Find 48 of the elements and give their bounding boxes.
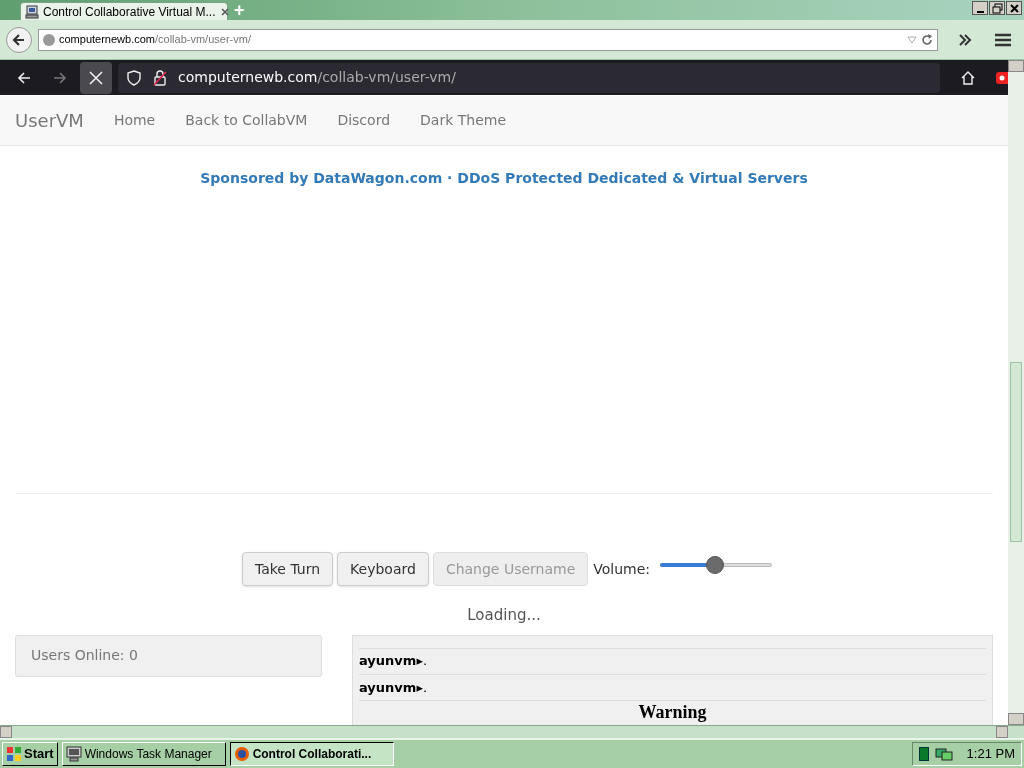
network-icon[interactable]: [934, 746, 953, 762]
url-text: computernewb.com/collab-vm/user-vm/: [59, 32, 252, 48]
browser-tab[interactable]: Control Collaborative Virtual M...: [20, 2, 228, 20]
computer-icon: [25, 4, 39, 19]
brand-link[interactable]: UserVM: [15, 107, 84, 134]
nav-link[interactable]: Back to CollabVM: [185, 110, 308, 131]
menu-icon[interactable]: [994, 32, 1012, 47]
chat-message: ayunvm▸.: [359, 647, 986, 674]
back-button[interactable]: [6, 26, 32, 53]
slider-thumb[interactable]: [705, 556, 724, 574]
close-icon[interactable]: [219, 6, 230, 17]
address-bar[interactable]: computernewb.com/collab-vm/user-vm/: [118, 62, 940, 93]
restore-icon[interactable]: [989, 1, 1005, 15]
control-button[interactable]: Take Turn: [241, 552, 334, 586]
nav-link[interactable]: Discord: [337, 110, 391, 131]
vertical-scrollbar[interactable]: [1008, 60, 1024, 725]
control-button[interactable]: Keyboard: [337, 552, 429, 586]
back-arrow-icon: [11, 31, 27, 48]
extension-icon[interactable]: [996, 69, 1008, 86]
close-icon[interactable]: [1006, 1, 1022, 15]
back-arrow-icon[interactable]: [16, 69, 32, 86]
home-icon[interactable]: [960, 69, 976, 86]
users-online-panel: Users Online: 0: [15, 634, 322, 677]
address-bar[interactable]: computernewb.com/collab-vm/user-vm/: [38, 28, 938, 51]
shield-icon: [126, 69, 142, 86]
tab-title: Control Collaborative Virtual M...: [43, 3, 216, 21]
lock-icon: [152, 69, 168, 86]
reload-icon[interactable]: [921, 33, 933, 46]
chevrons-icon[interactable]: [958, 33, 972, 46]
chat-message: ayunvm▸.: [359, 673, 986, 700]
stop-button[interactable]: [80, 61, 112, 94]
volume-label: Volume:: [593, 559, 651, 579]
horizontal-scrollbar[interactable]: [0, 725, 1024, 738]
monitor-icon: [65, 746, 82, 762]
forward-arrow-icon[interactable]: [52, 69, 68, 86]
taskbar-button[interactable]: Windows Task Manager: [61, 742, 226, 766]
loading-text: Loading...: [466, 605, 542, 626]
url-text: computernewb.com/collab-vm/user-vm/: [178, 68, 456, 87]
nav-link[interactable]: Home: [113, 110, 156, 131]
nav-link[interactable]: Dark Theme: [420, 110, 506, 131]
start-button[interactable]: Start: [2, 742, 58, 766]
minimize-icon[interactable]: [972, 1, 988, 15]
sponsor-link[interactable]: Sponsored by DataWagon.com · DDoS Protected Dedicated & Virtual Servers: [0, 168, 1008, 189]
volume-slider[interactable]: [660, 556, 773, 574]
clock: 1:21 PM: [966, 745, 1015, 764]
windows-logo-icon: [6, 746, 22, 762]
warning-heading: Warning: [638, 702, 707, 722]
taskbar-button[interactable]: Control Collaborati...: [229, 742, 394, 766]
